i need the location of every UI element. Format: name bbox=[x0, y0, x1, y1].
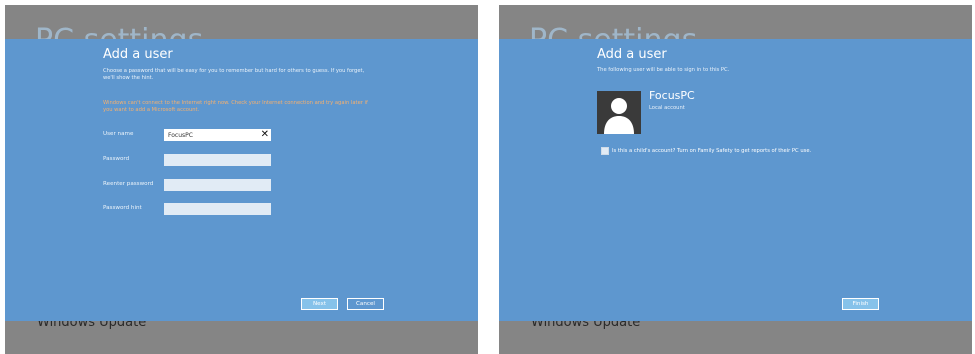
add-user-dialog: Add a user Choose a password that will b… bbox=[5, 39, 478, 321]
child-account-label[interactable]: Is this a child's account? Turn on Famil… bbox=[612, 148, 811, 154]
password-label: Password bbox=[103, 156, 130, 162]
cancel-button[interactable]: Cancel bbox=[347, 298, 384, 310]
user-avatar-icon bbox=[597, 91, 641, 134]
dialog-title: Add a user bbox=[597, 47, 667, 62]
dialog-title: Add a user bbox=[103, 47, 173, 62]
child-account-checkbox[interactable] bbox=[601, 147, 609, 155]
user-name-label: User name bbox=[103, 131, 134, 137]
password-hint-label: Password hint bbox=[103, 205, 142, 211]
password-input[interactable] bbox=[164, 154, 271, 166]
right-settings-screen: PC settings Windows Update Add a user Th… bbox=[499, 5, 972, 354]
user-name-input[interactable]: FocusPC ✕ bbox=[164, 129, 271, 141]
account-type: Local account bbox=[649, 105, 685, 111]
reenter-password-label: Reenter password bbox=[103, 181, 154, 187]
dialog-description: Choose a password that will be easy for … bbox=[103, 68, 365, 81]
next-button[interactable]: Next bbox=[301, 298, 338, 310]
reenter-password-input[interactable] bbox=[164, 179, 271, 191]
left-settings-screen: PC settings Windows Update Add a user Ch… bbox=[5, 5, 478, 354]
internet-warning: Windows can't connect to the Internet ri… bbox=[103, 100, 368, 113]
dialog-subtitle: The following user will be able to sign … bbox=[597, 67, 730, 73]
finish-button[interactable]: Finish bbox=[842, 298, 879, 310]
user-display-name: FocusPC bbox=[649, 89, 695, 102]
add-user-confirm-dialog: Add a user The following user will be ab… bbox=[499, 39, 972, 321]
clear-icon[interactable]: ✕ bbox=[261, 129, 269, 141]
password-hint-input[interactable] bbox=[164, 203, 271, 215]
user-name-value: FocusPC bbox=[168, 132, 193, 139]
